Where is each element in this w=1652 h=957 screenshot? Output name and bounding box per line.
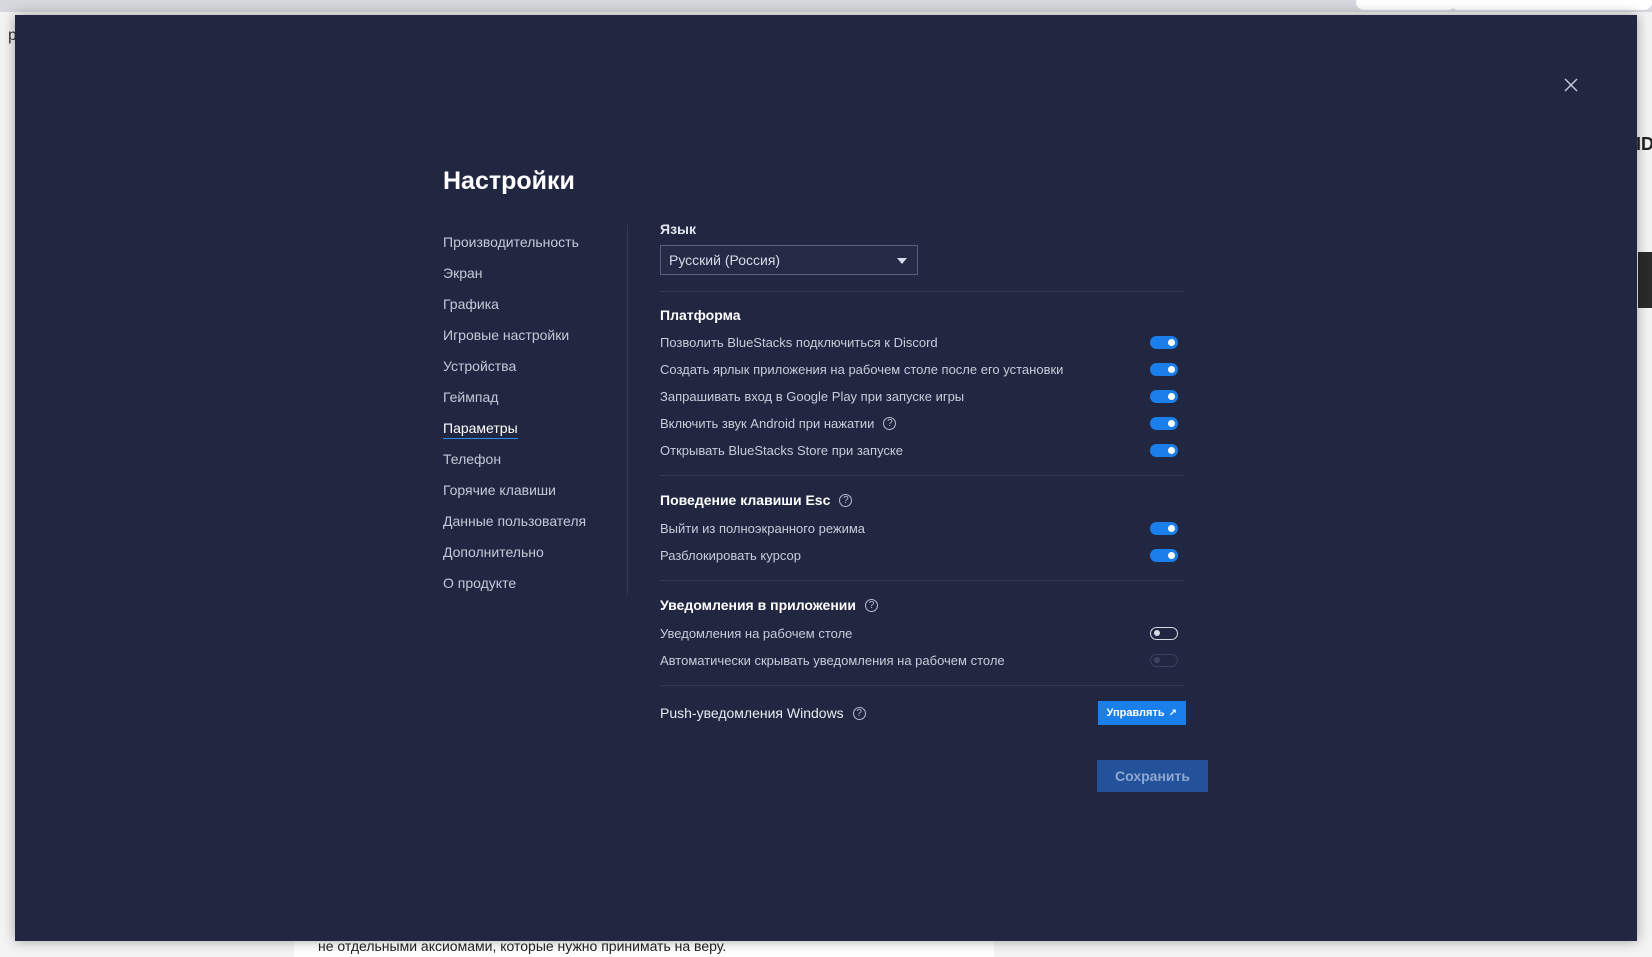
setting-row-android-sound: Включить звук Android при нажатии ? xyxy=(660,410,1178,437)
background-block xyxy=(1638,252,1652,308)
toggle-switch[interactable] xyxy=(1150,417,1178,430)
push-title: Push-уведомления Windows xyxy=(660,705,844,721)
nav-item-advanced[interactable]: Дополнительно xyxy=(443,537,613,568)
browser-tab[interactable] xyxy=(1450,0,1652,10)
divider xyxy=(660,291,1185,292)
nav-item-label: Горячие клавиши xyxy=(443,482,556,498)
setting-label: Запрашивать вход в Google Play при запус… xyxy=(660,389,965,404)
nav-item-label: Игровые настройки xyxy=(443,327,570,343)
setting-row-exit-fullscreen: Выйти из полноэкранного режима xyxy=(660,515,1178,542)
nav-item-performance[interactable]: Производительность xyxy=(443,227,613,258)
nav-item-about[interactable]: О продукте xyxy=(443,568,613,599)
notifications-list: Уведомления на рабочем столе Автоматичес… xyxy=(660,620,1191,674)
external-link-icon: ↗ xyxy=(1168,707,1177,719)
setting-row-desktop-notifications: Уведомления на рабочем столе xyxy=(660,620,1178,647)
toggle-switch[interactable] xyxy=(1150,336,1178,349)
push-label-wrap: Push-уведомления Windows ? xyxy=(660,705,866,721)
help-icon[interactable]: ? xyxy=(865,598,878,612)
nav-item-graphics[interactable]: Графика xyxy=(443,289,613,320)
nav-item-label: Данные пользователя xyxy=(443,513,587,529)
setting-label: Разблокировать курсор xyxy=(660,548,801,563)
setting-row-auto-hide-notifications: Автоматически скрывать уведомления на ра… xyxy=(660,647,1178,674)
toggle-switch[interactable] xyxy=(1150,444,1178,457)
section-title-notifications: Уведомления в приложении ? xyxy=(660,595,1191,615)
settings-nav: Производительность Экран Графика Игровые… xyxy=(443,227,613,599)
setting-label: Выйти из полноэкранного режима xyxy=(660,521,866,536)
help-icon[interactable]: ? xyxy=(883,417,897,430)
save-button[interactable]: Сохранить xyxy=(1097,760,1208,792)
setting-label: Открывать BlueStacks Store при запуске xyxy=(660,443,903,458)
language-select[interactable]: Русский (Россия) xyxy=(660,245,918,275)
push-notifications-row: Push-уведомления Windows ? Управлять ↗ xyxy=(660,701,1186,725)
setting-row-discord: Позволить BlueStacks подключиться к Disc… xyxy=(660,329,1178,356)
settings-modal: Настройки Производительность Экран Графи… xyxy=(15,15,1637,941)
language-select-value: Русский (Россия) xyxy=(669,252,781,268)
setting-label-wrap: Включить звук Android при нажатии ? xyxy=(660,416,897,431)
nav-item-label: Устройства xyxy=(443,358,517,374)
setting-label: Позволить BlueStacks подключиться к Disc… xyxy=(660,335,938,350)
nav-item-label: Производительность xyxy=(443,234,579,250)
divider xyxy=(660,475,1185,476)
manage-button-label: Управлять xyxy=(1106,707,1165,719)
page-title: Настройки xyxy=(443,167,575,195)
nav-item-label: Дополнительно xyxy=(443,544,544,560)
divider xyxy=(660,685,1185,686)
setting-label: Включить звук Android при нажатии xyxy=(660,416,875,431)
language-label: Язык xyxy=(660,221,696,237)
toggle-switch[interactable] xyxy=(1150,522,1178,535)
toggle-switch[interactable] xyxy=(1150,363,1178,376)
nav-item-preferences[interactable]: Параметры xyxy=(443,413,613,444)
platform-list: Позволить BlueStacks подключиться к Disc… xyxy=(660,329,1191,464)
divider xyxy=(660,580,1185,581)
setting-label: Уведомления на рабочем столе xyxy=(660,626,853,641)
browser-tab[interactable] xyxy=(1356,0,1456,10)
nav-item-label: Параметры xyxy=(443,420,518,439)
manage-button[interactable]: Управлять ↗ xyxy=(1097,701,1186,725)
esc-list: Выйти из полноэкранного режима Разблокир… xyxy=(660,515,1191,569)
section-title-text: Уведомления в приложении xyxy=(660,597,856,613)
nav-item-phone[interactable]: Телефон xyxy=(443,444,613,475)
nav-item-label: Экран xyxy=(443,265,483,281)
nav-item-display[interactable]: Экран xyxy=(443,258,613,289)
toggle-switch-disabled xyxy=(1150,654,1178,667)
nav-item-user-data[interactable]: Данные пользователя xyxy=(443,506,613,537)
close-icon xyxy=(1564,78,1578,92)
nav-item-label: О продукте xyxy=(443,575,517,591)
nav-item-gamepad[interactable]: Геймпад xyxy=(443,382,613,413)
close-button[interactable] xyxy=(1555,69,1587,101)
nav-divider xyxy=(627,225,628,595)
toggle-switch[interactable] xyxy=(1150,627,1178,640)
nav-item-hotkeys[interactable]: Горячие клавиши xyxy=(443,475,613,506)
nav-item-game-settings[interactable]: Игровые настройки xyxy=(443,320,613,351)
setting-row-desktop-shortcut: Создать ярлык приложения на рабочем стол… xyxy=(660,356,1178,383)
section-title-esc: Поведение клавиши Esc ? xyxy=(660,490,1191,510)
setting-row-store-launch: Открывать BlueStacks Store при запуске xyxy=(660,437,1178,464)
section-title-text: Поведение клавиши Esc xyxy=(660,492,831,508)
help-icon[interactable]: ? xyxy=(839,493,853,507)
background-text: ID xyxy=(1636,134,1652,154)
toggle-switch[interactable] xyxy=(1150,390,1178,403)
setting-row-google-play-signin: Запрашивать вход в Google Play при запус… xyxy=(660,383,1178,410)
nav-item-label: Графика xyxy=(443,296,499,312)
nav-item-label: Геймпад xyxy=(443,389,499,405)
nav-item-devices[interactable]: Устройства xyxy=(443,351,613,382)
setting-row-unlock-cursor: Разблокировать курсор xyxy=(660,542,1178,569)
toggle-switch[interactable] xyxy=(1150,549,1178,562)
setting-label: Создать ярлык приложения на рабочем стол… xyxy=(660,362,1064,377)
nav-item-label: Телефон xyxy=(443,451,502,467)
section-title-platform: Платформа xyxy=(660,307,741,323)
caret-down-icon xyxy=(897,258,907,264)
setting-label: Автоматически скрывать уведомления на ра… xyxy=(660,653,1005,668)
settings-content: Язык Русский (Россия) Платформа Позволит… xyxy=(660,221,1191,725)
help-icon[interactable]: ? xyxy=(852,706,866,720)
